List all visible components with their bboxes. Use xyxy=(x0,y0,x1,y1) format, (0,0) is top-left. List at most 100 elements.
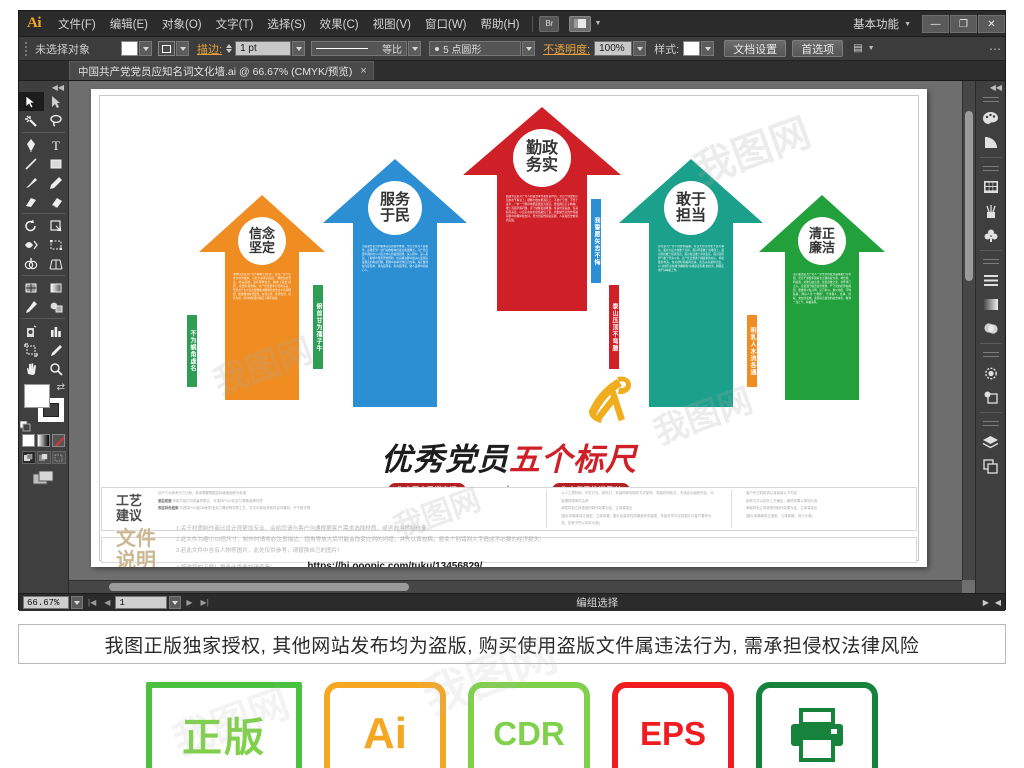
blob-brush-tool[interactable] xyxy=(19,192,44,211)
fill-color-box[interactable] xyxy=(24,384,50,408)
menu-type[interactable]: 文字(T) xyxy=(209,12,261,36)
arrow-qingzheng-lianjie[interactable]: 清正 廉洁 清正廉洁是共产党人一贯坚持的政治品格和行为准则。党员干部要牢固树立正… xyxy=(747,195,885,400)
fill-color-swatch[interactable] xyxy=(121,41,138,56)
canvas-area[interactable]: 信念 坚定 理想信念是共产党人精神上的“钙”，是共产党人安身立命的根本。习近平总… xyxy=(69,81,975,593)
type-tool[interactable]: T xyxy=(44,135,69,154)
direct-selection-tool[interactable] xyxy=(44,92,69,111)
gradient-icon[interactable] xyxy=(978,292,1004,316)
width-tool[interactable] xyxy=(19,235,44,254)
workspace-switcher-label[interactable]: 基本功能 xyxy=(853,16,901,32)
opacity-dropdown[interactable] xyxy=(633,41,647,56)
brush-definition-dropdown[interactable] xyxy=(522,41,536,56)
paintbrush-tool[interactable] xyxy=(19,173,44,192)
draw-behind-mode-icon[interactable] xyxy=(36,451,51,464)
draw-normal-mode-icon[interactable] xyxy=(21,451,36,464)
shape-builder-tool[interactable] xyxy=(19,254,44,273)
control-bar-grip[interactable] xyxy=(25,41,29,56)
align-icon[interactable] xyxy=(978,268,1004,292)
arrow-qinzheng-wushi[interactable]: 勤政 务实 勤政务实是共产党人的政治本色和优良作风。党员干部要把心思用在干事业上… xyxy=(463,107,621,311)
menu-select[interactable]: 选择(S) xyxy=(260,12,312,36)
dock-group-grip[interactable] xyxy=(982,421,999,426)
hand-tool[interactable] xyxy=(19,359,44,378)
transparency-icon[interactable] xyxy=(978,316,1004,340)
mesh-tool[interactable] xyxy=(19,278,44,297)
stroke-label[interactable]: 描边: xyxy=(197,41,222,57)
first-artboard-icon[interactable]: |◀ xyxy=(85,598,99,607)
brushes-icon[interactable] xyxy=(978,199,1004,223)
selection-tool[interactable] xyxy=(19,92,44,111)
close-button[interactable]: ✕ xyxy=(978,15,1005,33)
column-graph-tool[interactable] xyxy=(44,321,69,340)
artboard[interactable]: 信念 坚定 理想信念是共产党人精神上的“钙”，是共产党人安身立命的根本。习近平总… xyxy=(91,89,927,567)
eraser-tool[interactable] xyxy=(44,192,69,211)
menu-view[interactable]: 视图(V) xyxy=(366,12,418,36)
dock-group-grip[interactable] xyxy=(982,352,999,357)
arrange-documents-icon[interactable] xyxy=(569,15,592,32)
draw-inside-mode-icon[interactable] xyxy=(51,451,66,464)
maximize-button[interactable]: ❐ xyxy=(950,15,977,33)
arrange-chevron-down-icon[interactable]: ▼ xyxy=(594,20,601,27)
arrow-xinnian-jianding[interactable]: 信念 坚定 理想信念是共产党人精神上的“钙”，是共产党人安身立命的根本。习近平总… xyxy=(187,195,325,400)
document-setup-button[interactable]: 文档设置 xyxy=(724,40,787,57)
default-fill-stroke-icon[interactable] xyxy=(19,419,31,432)
artboard-number-dropdown[interactable] xyxy=(169,596,182,609)
next-artboard-icon[interactable]: ▶ xyxy=(183,598,195,607)
status-menu-icon[interactable]: ▶ xyxy=(983,598,989,607)
zoom-level-value[interactable]: 66.67% xyxy=(23,596,69,609)
perspective-grid-tool[interactable] xyxy=(44,254,69,273)
bridge-icon[interactable]: Br xyxy=(539,15,560,32)
dock-group-grip[interactable] xyxy=(982,166,999,171)
none-swatch-button[interactable] xyxy=(52,434,65,447)
color-palette-icon[interactable] xyxy=(978,106,1004,130)
stroke-profile-selector[interactable]: 等比 xyxy=(311,41,408,56)
screen-mode-button[interactable] xyxy=(19,471,68,487)
rotate-tool[interactable] xyxy=(19,216,44,235)
gradient-tool[interactable] xyxy=(44,278,69,297)
dock-collapse-icon[interactable]: ◀◀ xyxy=(990,83,1005,92)
menu-window[interactable]: 窗口(W) xyxy=(418,12,474,36)
vertical-scrollbar-thumb[interactable] xyxy=(965,111,973,281)
stroke-profile-dropdown[interactable] xyxy=(408,41,422,56)
opacity-value[interactable]: 100% xyxy=(594,41,633,56)
download-url[interactable]: https://hi.ooopic.com/tuku/13456829/ xyxy=(307,561,482,567)
zoom-tool[interactable] xyxy=(44,359,69,378)
artboard-number-value[interactable]: 1 xyxy=(115,596,168,609)
pen-tool[interactable] xyxy=(19,135,44,154)
magic-wand-tool[interactable] xyxy=(19,111,44,130)
rectangle-tool[interactable] xyxy=(44,154,69,173)
last-artboard-icon[interactable]: ▶| xyxy=(198,598,212,607)
menu-file[interactable]: 文件(F) xyxy=(51,12,103,36)
symbols-icon[interactable] xyxy=(978,223,1004,247)
tools-panel-collapse-icon[interactable]: ◀◀ xyxy=(19,83,68,92)
menu-object[interactable]: 对象(O) xyxy=(155,12,209,36)
minimize-button[interactable]: — xyxy=(922,15,949,33)
lasso-tool[interactable] xyxy=(44,111,69,130)
fill-swatch-dropdown[interactable] xyxy=(139,41,152,56)
horizontal-scrollbar-thumb[interactable] xyxy=(109,583,409,591)
canvas-vertical-scrollbar[interactable] xyxy=(962,81,975,580)
artboards-icon[interactable] xyxy=(978,454,1004,478)
zoom-level-dropdown[interactable] xyxy=(71,596,83,609)
pencil-tool[interactable] xyxy=(44,173,69,192)
arrow-ganyu-dandang[interactable]: 敢于 担当 担当是共产党人的鲜明品格，有多大担当才能干多大事业。面对大是大非敢于… xyxy=(609,159,763,407)
transform-panel-icon[interactable]: ▤ ▼ xyxy=(853,43,874,54)
stroke-color-swatch[interactable] xyxy=(158,41,175,56)
graphic-style-dropdown[interactable] xyxy=(701,41,715,56)
gradient-swatch-button[interactable] xyxy=(37,434,50,447)
appearance-icon[interactable] xyxy=(978,361,1004,385)
menu-edit[interactable]: 编辑(E) xyxy=(103,12,155,36)
swatches-icon[interactable] xyxy=(978,175,1004,199)
free-transform-tool[interactable] xyxy=(44,235,69,254)
stroke-width-value[interactable]: 1 pt xyxy=(235,41,292,56)
arrow-fuwu-yumin[interactable]: 服务 于民 为民服务是党的根本宗旨的集中体现。全心全意为人民服务，是我们党一切行… xyxy=(313,159,467,407)
swap-fill-stroke-icon[interactable]: ⇄ xyxy=(57,382,65,393)
slice-tool[interactable] xyxy=(44,340,69,359)
transform-chevron-down-icon[interactable]: ▼ xyxy=(868,45,875,52)
color-guide-icon[interactable] xyxy=(978,130,1004,154)
dock-group-grip[interactable] xyxy=(982,97,999,102)
artboard-tool[interactable] xyxy=(19,340,44,359)
workspace-chevron-down-icon[interactable]: ▼ xyxy=(904,21,911,28)
menu-effect[interactable]: 效果(C) xyxy=(313,12,366,36)
color-swatch-button[interactable] xyxy=(22,434,35,447)
layers-icon[interactable] xyxy=(978,430,1004,454)
